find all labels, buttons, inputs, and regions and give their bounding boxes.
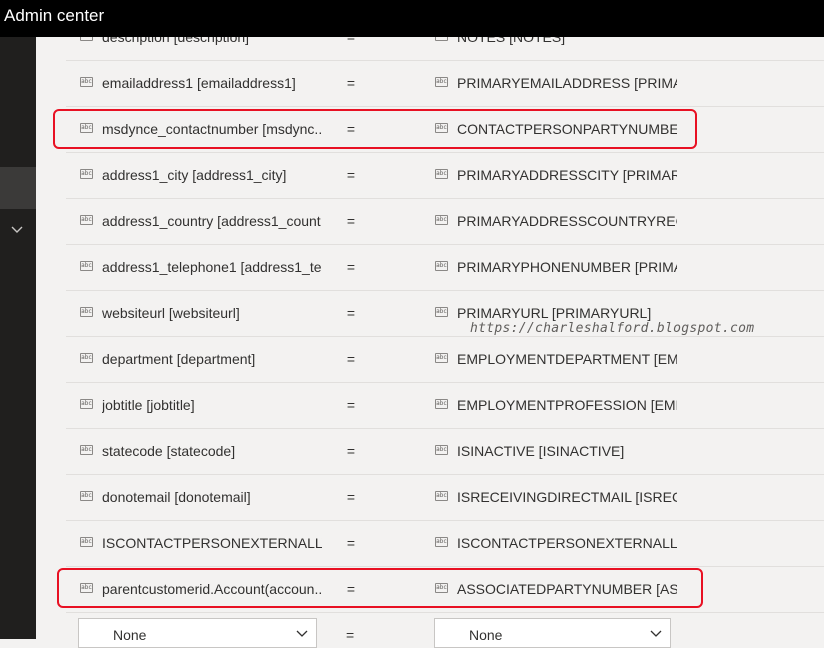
chevron-down-icon[interactable]: [10, 223, 24, 237]
mapping-row[interactable]: abc description [description] = abc NOTES [N…: [66, 37, 824, 61]
title-bar: Admin center: [0, 0, 824, 37]
mapping-operator: =: [346, 627, 355, 643]
source-field-dropdown[interactable]: None: [78, 618, 317, 648]
source-field-name: ISCONTACTPERSONEXTERNALLY...: [102, 535, 322, 551]
source-field-name: description [description]: [102, 37, 250, 45]
mapping-operator: =: [346, 535, 356, 551]
text-field-icon: abc: [80, 307, 93, 317]
text-field-icon: abc: [80, 261, 93, 271]
text-field-icon: abc: [80, 445, 93, 455]
mapping-operator: =: [346, 75, 356, 91]
source-dropdown-value: None: [113, 627, 147, 643]
text-field-icon: abc: [80, 399, 93, 409]
source-field-name: jobtitle [jobtitle]: [102, 397, 195, 413]
mapping-row[interactable]: abc emailaddress1 [emailaddress1] = abc PRIM…: [66, 61, 824, 107]
source-field-name: address1_country [address1_count...: [102, 213, 322, 229]
source-field-name: statecode [statecode]: [102, 443, 236, 459]
target-field-name: PRIMARYURL [PRIMARYURL]: [457, 305, 652, 321]
text-field-icon: abc: [435, 261, 448, 271]
field-mapping-panel: abc description [description] = abc NOTES [N…: [36, 37, 824, 639]
text-field-icon: abc: [80, 37, 93, 41]
text-field-icon: abc: [435, 307, 448, 317]
mapping-operator: =: [346, 443, 356, 459]
mapping-row[interactable]: abc jobtitle [jobtitle] = abc EMPLOYMENTPROF…: [66, 383, 824, 429]
text-field-icon: abc: [435, 491, 448, 501]
text-field-icon: abc: [435, 445, 448, 455]
text-field-icon: abc: [435, 583, 448, 593]
mapping-row[interactable]: abc address1_city [address1_city] = abc PRIM…: [66, 153, 824, 199]
source-field-name: msdynce_contactnumber [msdync...: [102, 121, 322, 137]
target-field-name: CONTACTPERSONPARTYNUMBER ...: [457, 121, 677, 137]
target-field-name: ISINACTIVE [ISINACTIVE]: [457, 443, 625, 459]
watermark-url: https://charleshalford.blogspot.com: [470, 321, 755, 336]
text-field-icon: abc: [435, 399, 448, 409]
source-field-name: donotemail [donotemail]: [102, 489, 251, 505]
text-field-icon: abc: [435, 123, 448, 133]
text-field-icon: abc: [435, 353, 448, 363]
target-field-dropdown[interactable]: None: [434, 618, 671, 648]
mapping-row[interactable]: abc statecode [statecode] = abc ISINACTIVE […: [66, 429, 824, 475]
left-navigation: [0, 37, 36, 639]
mapping-row[interactable]: abc donotemail [donotemail] = abc ISRECEIVIN…: [66, 475, 824, 521]
mapping-operator: =: [346, 37, 356, 45]
target-field-name: ISRECEIVINGDIRECTMAIL [ISRECEI...: [457, 489, 677, 505]
source-field-name: parentcustomerid.Account(accoun...: [102, 581, 322, 597]
target-field-name: EMPLOYMENTPROFESSION [EMPL...: [457, 397, 677, 413]
target-dropdown-value: None: [469, 627, 503, 643]
mapping-operator: =: [346, 581, 356, 597]
new-mapping-row: None = None: [78, 618, 824, 648]
text-field-icon: abc: [80, 123, 93, 133]
chevron-down-icon: [296, 630, 308, 637]
mapping-row[interactable]: abc department [department] = abc EMPLOYMENT…: [66, 337, 824, 383]
target-field-name: NOTES [NOTES]: [457, 37, 566, 45]
text-field-icon: abc: [435, 215, 448, 225]
mapping-operator: =: [346, 259, 356, 275]
text-field-icon: abc: [80, 583, 93, 593]
target-field-name: EMPLOYMENTDEPARTMENT [EMP...: [457, 351, 677, 367]
text-field-icon: abc: [435, 77, 448, 87]
source-field-name: address1_telephone1 [address1_te...: [102, 259, 322, 275]
mapping-operator: =: [346, 121, 356, 137]
text-field-icon: abc: [435, 169, 448, 179]
mapping-operator: =: [346, 397, 356, 413]
mapping-row[interactable]: abc address1_telephone1 [address1_te... = a…: [66, 245, 824, 291]
mapping-row[interactable]: abc address1_country [address1_count... = a…: [66, 199, 824, 245]
target-field-name: ISCONTACTPERSONEXTERNALLY...: [457, 535, 677, 551]
mapping-row[interactable]: abc ISCONTACTPERSONEXTERNALLY... = abc ISCON…: [66, 521, 824, 567]
mapping-operator: =: [346, 489, 356, 505]
text-field-icon: abc: [80, 77, 93, 87]
mapping-operator: =: [346, 351, 356, 367]
text-field-icon: abc: [80, 215, 93, 225]
nav-selected-item[interactable]: [0, 167, 36, 209]
text-field-icon: abc: [80, 169, 93, 179]
mapping-operator: =: [346, 167, 356, 183]
mapping-row[interactable]: abc parentcustomerid.Account(accoun... = ab…: [66, 567, 824, 613]
mapping-operator: =: [346, 305, 356, 321]
app-title: Admin center: [4, 6, 105, 25]
text-field-icon: abc: [80, 491, 93, 501]
text-field-icon: abc: [80, 353, 93, 363]
target-field-name: ASSOCIATEDPARTYNUMBER [ASS...: [457, 581, 677, 597]
source-field-name: websiteurl [websiteurl]: [102, 305, 240, 321]
target-field-name: PRIMARYADDRESSCITY [PRIMARY...: [457, 167, 677, 183]
text-field-icon: abc: [80, 537, 93, 547]
text-field-icon: abc: [435, 537, 448, 547]
mapping-row[interactable]: abc msdynce_contactnumber [msdync... = abc C…: [66, 107, 824, 153]
mapping-operator: =: [346, 213, 356, 229]
source-field-name: address1_city [address1_city]: [102, 167, 287, 183]
target-field-name: PRIMARYADDRESSCOUNTRYREGI...: [457, 213, 677, 229]
target-field-name: PRIMARYEMAILADDRESS [PRIMA...: [457, 75, 677, 91]
source-field-name: department [department]: [102, 351, 256, 367]
target-field-name: PRIMARYPHONENUMBER [PRIMA...: [457, 259, 677, 275]
text-field-icon: abc: [435, 37, 448, 41]
chevron-down-icon: [650, 630, 662, 637]
source-field-name: emailaddress1 [emailaddress1]: [102, 75, 296, 91]
